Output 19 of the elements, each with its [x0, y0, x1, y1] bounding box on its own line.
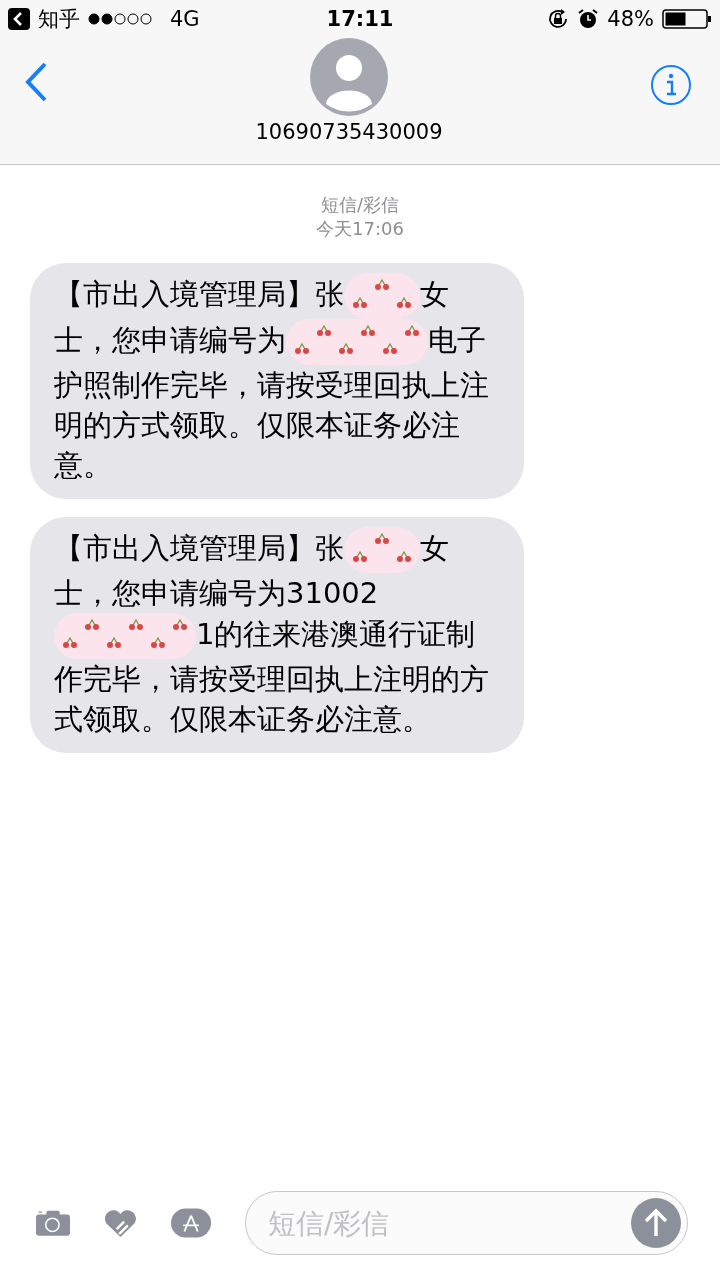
network-type: 4G [170, 7, 200, 31]
back-icon[interactable] [24, 62, 48, 102]
signal-icon [88, 13, 152, 25]
message-timestamp: 今天17:06 [316, 217, 404, 241]
clock: 17:11 [326, 7, 394, 31]
back-app-icon[interactable] [8, 8, 30, 30]
avatar-icon[interactable] [310, 38, 388, 116]
info-icon[interactable] [650, 64, 692, 106]
battery-icon [662, 9, 712, 29]
back-app-label[interactable]: 知乎 [38, 5, 80, 33]
message-bubble: 【市出入境管理局】张 女士，您申请编号为31002 1的往来港澳通行证制作完毕，请按受理回执上注明的方式领取。仅限本证务必注意。 [30, 517, 524, 753]
send-button[interactable] [631, 1198, 681, 1248]
battery-percent: 48% [607, 7, 654, 31]
alarm-icon [577, 8, 600, 30]
message-input-field[interactable]: 短信/彩信 [245, 1191, 688, 1255]
contact-number[interactable]: 10690735430009 [255, 120, 443, 144]
message-bubble: 【市出入境管理局】张 女士，您申请编号为 电子护照制作完毕，请按受理回执上注明的方式领取。仅限本证务必注意。 [30, 263, 524, 499]
rotation-lock-icon [547, 8, 570, 30]
service-label: 短信/彩信 [320, 193, 400, 217]
